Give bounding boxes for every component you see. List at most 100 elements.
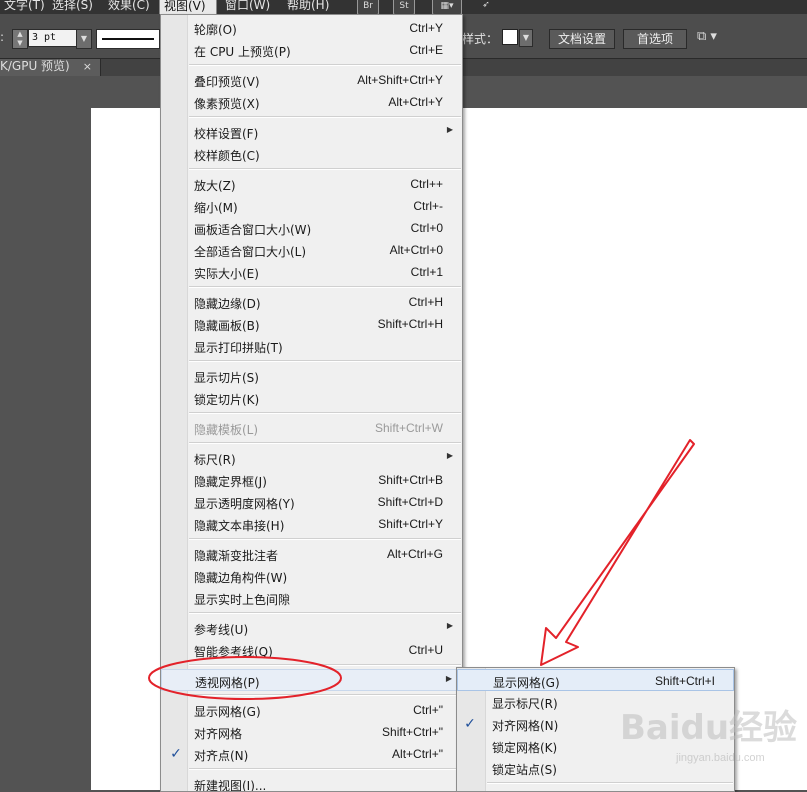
menu-item-new-view[interactable]: 新建视图(I)... <box>161 773 462 791</box>
document-tab-label: K/GPU 预览) <box>0 59 70 73</box>
view-menu: 轮廓(O) Ctrl+Y 在 CPU 上预览(P) Ctrl+E 叠印预览(V) Al… <box>160 14 463 792</box>
menu-item-hide-gradient-annotator[interactable]: 隐藏渐变批注者 Alt+Ctrl+G <box>161 543 462 565</box>
watermark-url: jingyan.baidu.com <box>676 752 765 764</box>
menu-item-label: 锁定站点(S) <box>492 763 557 777</box>
submenu-item-show-grid[interactable]: 显示网格(G) Shift+Ctrl+I <box>457 669 734 691</box>
menu-separator <box>189 286 461 288</box>
menu-item-hide-edges[interactable]: 隐藏边缘(D) Ctrl+H <box>161 291 462 313</box>
menu-item-zoom-in[interactable]: 放大(Z) Ctrl++ <box>161 173 462 195</box>
menu-item-shortcut: Shift+Ctrl+Y <box>378 517 443 531</box>
menu-separator <box>487 782 733 784</box>
menu-item-label: 对齐网格 <box>194 727 243 741</box>
menu-item-label: 隐藏定界框(J) <box>194 475 267 489</box>
menu-item-label: 显示标尺(R) <box>492 697 558 711</box>
menu-select[interactable]: 选择(S) <box>48 0 97 14</box>
menu-item-hide-bounding-box[interactable]: 隐藏定界框(J) Shift+Ctrl+B <box>161 469 462 491</box>
menu-item-show-grid[interactable]: 显示网格(G) Ctrl+" <box>161 699 462 721</box>
menu-help[interactable]: 帮助(H) <box>283 0 333 14</box>
menu-item-fit-artboard[interactable]: 画板适合窗口大小(W) Ctrl+0 <box>161 217 462 239</box>
menu-effect[interactable]: 效果(C) <box>104 0 154 14</box>
menu-item-shortcut: Alt+Shift+Ctrl+Y <box>357 73 443 87</box>
style-swatch[interactable] <box>502 29 518 45</box>
menu-item-cpu-preview[interactable]: 在 CPU 上预览(P) Ctrl+E <box>161 39 462 61</box>
menu-item-rulers[interactable]: 标尺(R) ▶ <box>161 447 462 469</box>
style-label: 样式： <box>462 32 499 46</box>
menu-item-shortcut: Ctrl+E <box>409 43 443 57</box>
menu-separator <box>189 64 461 66</box>
menu-item-fit-all[interactable]: 全部适合窗口大小(L) Alt+Ctrl+0 <box>161 239 462 261</box>
checkmark-icon: ✓ <box>170 746 182 762</box>
stock-icon[interactable]: St <box>393 0 415 14</box>
close-icon[interactable]: × <box>83 59 92 74</box>
menu-item-actual-size[interactable]: 实际大小(E) Ctrl+1 <box>161 261 462 283</box>
menu-item-label: 隐藏渐变批注者 <box>194 549 279 563</box>
checkmark-icon: ✓ <box>464 716 476 732</box>
menu-item-label: 显示网格(G) <box>493 676 560 690</box>
menu-item-pixel-preview[interactable]: 像素预览(X) Alt+Ctrl+Y <box>161 91 462 113</box>
menu-separator <box>189 768 461 770</box>
document-tab[interactable]: K/GPU 预览) × <box>0 59 101 76</box>
menu-item-label: 透视网格(P) <box>195 676 260 690</box>
stroke-profile-preview[interactable] <box>96 29 160 49</box>
menu-item-hide-text-threads[interactable]: 隐藏文本串接(H) Shift+Ctrl+Y <box>161 513 462 535</box>
menu-item-label: 显示打印拼贴(T) <box>194 341 283 355</box>
menu-item-label: 隐藏画板(B) <box>194 319 260 333</box>
menu-item-shortcut: Shift+Ctrl+H <box>377 317 443 331</box>
menu-item-shortcut: Ctrl+1 <box>410 265 443 279</box>
feather-icon[interactable]: ➶ <box>476 0 496 13</box>
menu-item-label: 放大(Z) <box>194 179 236 193</box>
menu-text[interactable]: 文字(T) <box>0 0 49 14</box>
menu-item-label: 对齐点(N) <box>194 749 249 763</box>
menu-item-snap-to-grid[interactable]: 对齐网格 Shift+Ctrl+" <box>161 721 462 743</box>
menu-separator <box>189 612 461 614</box>
menu-item-label: 隐藏边角构件(W) <box>194 571 288 585</box>
menu-item-label: 显示网格(G) <box>194 705 261 719</box>
menu-item-hide-artboards[interactable]: 隐藏画板(B) Shift+Ctrl+H <box>161 313 462 335</box>
stroke-weight-dropdown[interactable]: ▼ <box>76 29 92 49</box>
menu-item-label: 隐藏模板(L) <box>194 423 259 437</box>
menu-item-overprint-preview[interactable]: 叠印预览(V) Alt+Shift+Ctrl+Y <box>161 69 462 91</box>
menu-item-guides[interactable]: 参考线(U) ▶ <box>161 617 462 639</box>
menu-item-shortcut: Ctrl++ <box>410 177 443 191</box>
stroke-stepper[interactable]: ▲ ▼ <box>12 29 28 49</box>
menu-item-transparency-grid[interactable]: 显示透明度网格(Y) Shift+Ctrl+D <box>161 491 462 513</box>
menu-view[interactable]: 视图(V) <box>159 0 217 14</box>
menu-item-snap-to-point[interactable]: ✓ 对齐点(N) Alt+Ctrl+" <box>161 743 462 765</box>
workspace-layout-icon[interactable]: ▦▾ <box>432 0 462 14</box>
menu-item-perspective-grid[interactable]: 透视网格(P) ▶ <box>161 669 462 691</box>
menu-item-label: 显示透明度网格(Y) <box>194 497 295 511</box>
menu-item-show-slices[interactable]: 显示切片(S) <box>161 365 462 387</box>
menu-item-shortcut: Alt+Ctrl+0 <box>389 243 443 257</box>
menu-item-shortcut: Shift+Ctrl+" <box>382 725 443 739</box>
menu-item-shortcut: Alt+Ctrl+" <box>392 747 443 761</box>
menu-item-shortcut: Ctrl+0 <box>410 221 443 235</box>
style-dropdown[interactable]: ▼ <box>519 29 533 47</box>
menu-item-live-paint-gaps[interactable]: 显示实时上色间隙 <box>161 587 462 609</box>
menu-separator <box>189 360 461 362</box>
menu-separator <box>189 694 461 696</box>
menu-item-print-tiling[interactable]: 显示打印拼贴(T) <box>161 335 462 357</box>
stroke-label-edge: : <box>0 30 5 44</box>
menu-item-label: 锁定网格(K) <box>492 741 558 755</box>
menu-item-label: 全部适合窗口大小(L) <box>194 245 307 259</box>
document-setup-button[interactable]: 文档设置 <box>549 29 615 49</box>
menu-item-smart-guides[interactable]: 智能参考线(Q) Ctrl+U <box>161 639 462 661</box>
menu-item-label: 校样设置(F) <box>194 127 259 141</box>
preferences-button[interactable]: 首选项 <box>623 29 687 49</box>
menu-item-shortcut: Shift+Ctrl+D <box>377 495 443 509</box>
arrange-documents-icon[interactable]: ⧉ ▾ <box>697 29 717 44</box>
submenu-arrow-icon: ▶ <box>446 451 453 460</box>
menu-item-zoom-out[interactable]: 缩小(M) Ctrl+- <box>161 195 462 217</box>
menu-item-proof-setup[interactable]: 校样设置(F) ▶ <box>161 121 462 143</box>
menu-item-hide-corner-widget[interactable]: 隐藏边角构件(W) <box>161 565 462 587</box>
menu-item-label: 标尺(R) <box>194 453 236 467</box>
stroke-weight-input[interactable]: 3 pt <box>28 29 79 47</box>
menu-item-proof-colors[interactable]: 校样颜色(C) <box>161 143 462 165</box>
menu-item-lock-slices[interactable]: 锁定切片(K) <box>161 387 462 409</box>
menu-item-shortcut: Ctrl+U <box>408 643 443 657</box>
bridge-icon[interactable]: Br <box>357 0 379 14</box>
menu-window[interactable]: 窗口(W) <box>221 0 274 14</box>
submenu-arrow-icon: ▶ <box>446 621 453 630</box>
menu-item-label: 画板适合窗口大小(W) <box>194 223 312 237</box>
menu-item-outline[interactable]: 轮廓(O) Ctrl+Y <box>161 17 462 39</box>
